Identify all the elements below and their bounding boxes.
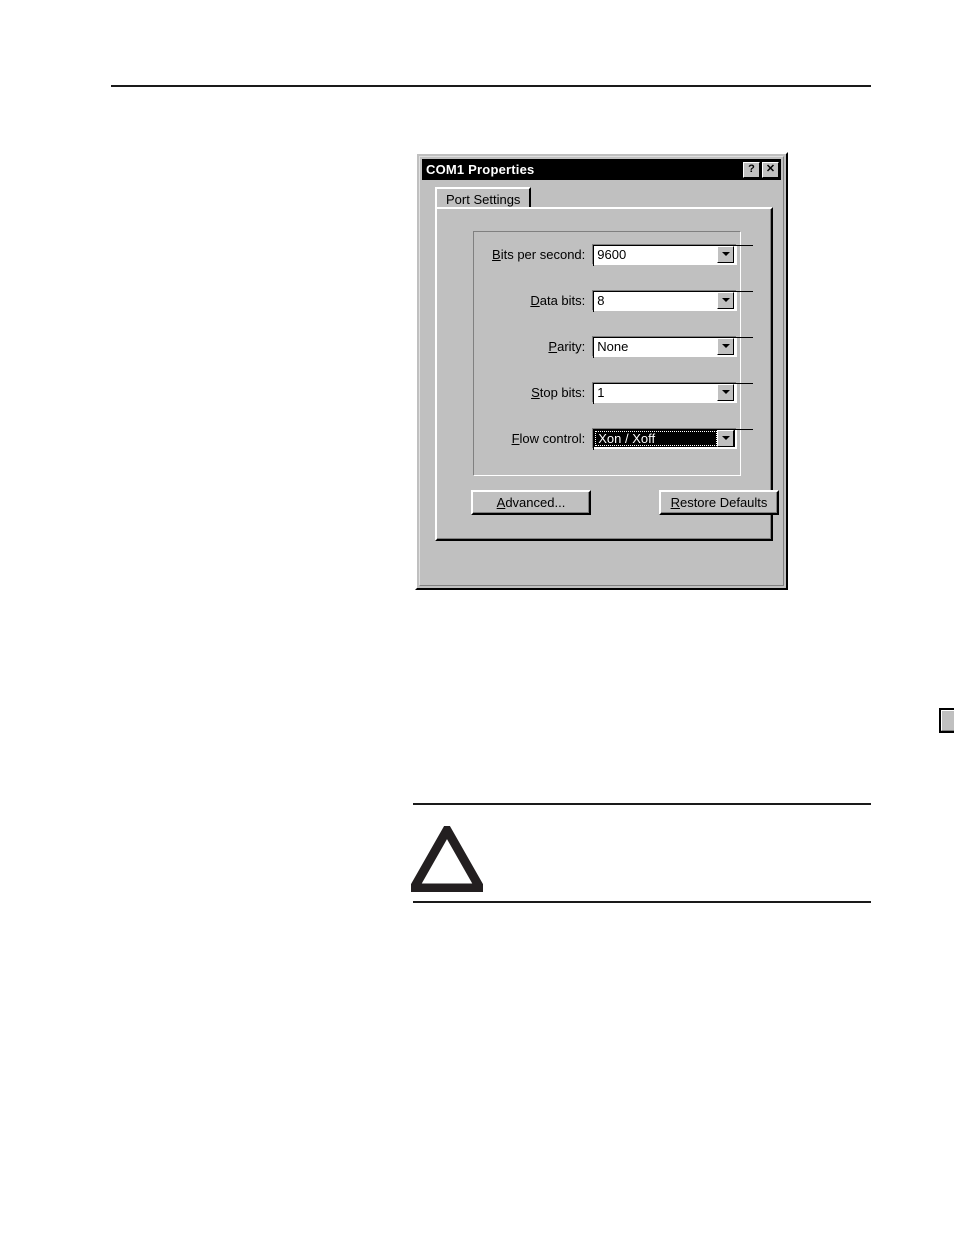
data-bits-value: 8 [597, 292, 605, 308]
attention-triangle-icon [411, 826, 483, 892]
field-row-bits-per-second: Bits per second: 9600 [477, 243, 754, 266]
dialog-titlebar: COM1 Properties ? ✕ [422, 159, 781, 180]
restore-defaults-button[interactable]: Restore Defaults [659, 490, 779, 515]
flow-control-value: Xon / Xoff [595, 430, 717, 446]
page-header-rule [111, 85, 871, 87]
tab-port-settings[interactable]: Port Settings [435, 187, 532, 209]
bits-per-second-label: Bits per second: [492, 246, 586, 262]
bits-per-second-value: 9600 [597, 246, 627, 262]
data-bits-label: Data bits: [530, 292, 586, 308]
field-row-data-bits: Data bits: 8 [477, 289, 754, 312]
chevron-down-icon[interactable] [717, 245, 734, 263]
stop-bits-combo[interactable]: 1 [592, 381, 754, 404]
tab-panel-port-settings: Bits per second: 9600 Data bits: 8 Parit… [435, 207, 779, 541]
chevron-down-icon[interactable] [717, 383, 734, 401]
chevron-down-icon[interactable] [717, 337, 734, 355]
field-row-stop-bits: Stop bits: 1 [477, 381, 754, 404]
help-button[interactable]: ? [743, 161, 760, 178]
parity-value: None [597, 338, 629, 354]
restore-defaults-button-label: Restore Defaults [670, 495, 768, 510]
data-bits-combo[interactable]: 8 [592, 289, 754, 312]
flow-control-combo[interactable]: Xon / Xoff [592, 427, 754, 450]
parity-combo[interactable]: None [592, 335, 754, 358]
ok-button[interactable]: OK [939, 708, 954, 733]
field-row-flow-control: Flow control: Xon / Xoff [477, 427, 754, 450]
stop-bits-value: 1 [597, 384, 605, 400]
advanced-button-label: Advanced... [496, 495, 566, 510]
chevron-down-icon[interactable] [717, 291, 734, 309]
com1-properties-dialog: COM1 Properties ? ✕ Port Settings Bits p… [415, 152, 954, 733]
advanced-button[interactable]: Advanced... [471, 490, 591, 515]
note-rule-bottom [413, 901, 871, 903]
flow-control-label: Flow control: [511, 430, 586, 446]
tab-port-settings-label: Port Settings [446, 191, 521, 207]
bits-per-second-combo[interactable]: 9600 [592, 243, 754, 266]
stop-bits-label: Stop bits: [531, 384, 586, 400]
parity-label: Parity: [548, 338, 586, 354]
note-rule-top [413, 803, 871, 805]
close-button[interactable]: ✕ [762, 161, 779, 178]
dialog-title: COM1 Properties [426, 162, 535, 177]
tabstrip: Port Settings [435, 187, 773, 209]
chevron-down-icon[interactable] [717, 429, 734, 447]
field-row-parity: Parity: None [477, 335, 754, 358]
